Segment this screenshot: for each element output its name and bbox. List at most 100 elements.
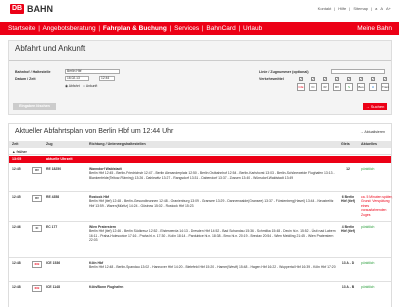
search-button[interactable]: → Suchen (363, 103, 387, 110)
ic-icon: IC (309, 83, 317, 91)
column-header-aktuelles: Aktuelles (361, 142, 377, 146)
intermediate-stops: Berlin Hbf 12:45 - Berlin-Friedrichstr 1… (89, 171, 335, 180)
header-separator: | (371, 6, 373, 11)
train-number[interactable]: RE 18250 (46, 167, 61, 171)
main-navigation: Startseite | Angebotsberatung | Fahrplan… (0, 22, 399, 35)
nav-separator: | (201, 25, 204, 32)
header-separator: | (334, 6, 336, 11)
transport-checkbox-ir[interactable]: ✓ (323, 77, 327, 81)
ice-train-icon: ICE (32, 261, 42, 268)
ubahn-icon: U (369, 83, 377, 91)
ir-icon: IR (321, 83, 329, 91)
route: Wien Praterstern Berlin Hbf (tief) 12:46 … (89, 225, 337, 243)
table-row[interactable]: 12:45 RV RE 18250 Wanndorf Waldstadt Berl… (9, 164, 391, 192)
route: Köln/Bonn Flughafen (89, 285, 337, 289)
current-time-label: aktuelle Uhrzeit (46, 157, 73, 161)
refresh-link[interactable]: → Aktualisieren (360, 130, 385, 134)
panel-divider (9, 60, 391, 61)
transport-label: Verkehrsmittel (259, 77, 284, 81)
contact-link[interactable]: Kontakt (318, 6, 332, 11)
destination[interactable]: Köln/Bonn Flughafen (89, 285, 123, 289)
route: Wanndorf Waldstadt Berlin Hbf 12:45 - Ber… (89, 167, 337, 180)
nav-item-meine-bahn[interactable]: Meine Bahn (357, 22, 392, 35)
table-row[interactable]: 12:48 ICE ICE 1536 Köln Hbf Berlin Hbf 12… (9, 258, 391, 282)
site-header: DB BAHN Kontakt | Hilfe | Sitemap | a A … (0, 0, 399, 17)
route: Köln Hbf Berlin Hbf 12:48 - Berlin-Spanda… (89, 261, 337, 270)
departure-time: 12:48 (12, 285, 21, 289)
transport-checkbox-s[interactable]: ✓ (347, 77, 351, 81)
header-separator: | (349, 6, 351, 11)
status-text: pünktlich (361, 285, 375, 289)
tram-icon: Tram (381, 83, 389, 91)
nav-separator: | (169, 25, 172, 32)
table-row[interactable]: 12:48 ICE ICE 1148 Köln/Bonn Flughafen 1… (9, 282, 391, 307)
transport-checkbox-u[interactable]: ✓ (371, 77, 375, 81)
help-link[interactable]: Hilfe (338, 6, 346, 11)
font-small-link[interactable]: a (375, 6, 377, 11)
regional-train-icon: RV (333, 83, 341, 91)
departure-time: 12:46 (12, 225, 21, 229)
train-number[interactable]: ICE 1148 (46, 285, 60, 289)
status-text: pünktlich (361, 225, 375, 229)
nav-item-startseite[interactable]: Startseite (8, 25, 35, 32)
transport-checkbox-bus[interactable]: ✓ (359, 77, 363, 81)
board-table-header: Zeit Zug Richtung / Unterwegshaltestelle… (9, 141, 391, 148)
train-number[interactable]: EC 177 (46, 225, 57, 229)
nav-separator: | (38, 25, 40, 32)
radio-arrival[interactable]: ○ Ankunft (83, 84, 97, 88)
brand-name: BAHN (27, 4, 53, 14)
intermediate-stops: Berlin Hbf (tief) 12:46 - Berlin Südkreu… (89, 229, 336, 243)
nav-item-urlaub[interactable]: Urlaub (243, 25, 262, 32)
font-large-link[interactable]: A+ (386, 6, 391, 11)
status-text: pünktlich (361, 261, 375, 265)
train-number[interactable]: ICE 1536 (46, 261, 60, 265)
bus-icon: Bus (357, 83, 365, 91)
table-row[interactable]: 12:46 IC EC 177 Wien Praterstern Berlin H… (9, 222, 391, 258)
column-header-zeit: Zeit (12, 142, 19, 146)
clear-inputs-button[interactable]: Eingaben löschen (13, 103, 56, 110)
radio-arrival-label: Ankunft (85, 84, 98, 88)
platform: 13 A - D (341, 261, 355, 265)
status-text: pünktlich (361, 167, 375, 171)
platform: 6 Berlin Hbf (tief) (341, 195, 355, 204)
refresh-label: Aktualisieren (364, 130, 385, 134)
departure-time: 12:45 (12, 167, 21, 171)
time-input[interactable]: 12:44 (99, 76, 115, 81)
db-logo[interactable]: DB (10, 4, 24, 14)
nav-item-angebotsberatung[interactable]: Angebotsberatung (42, 25, 95, 32)
destination[interactable]: Köln Hbf (89, 261, 103, 265)
transport-checkbox-ice[interactable]: ✓ (299, 77, 303, 81)
nav-item-fahrplan-buchung[interactable]: Fahrplan & Buchung (103, 25, 167, 32)
transport-checkbox-rv[interactable]: ✓ (335, 77, 339, 81)
platform: 13 A - B (341, 285, 355, 289)
station-label: Bahnhof / Haltestelle (15, 70, 51, 74)
transport-checkbox-ic[interactable]: ✓ (311, 77, 315, 81)
status-text: ca. 5 Minuten später, Grund: Verspätung … (361, 195, 393, 217)
radio-departure[interactable]: ◉ Abfahrt (65, 84, 80, 88)
route: Rostock Hbf Berlin Hbf (tief) 12:48 - Ber… (89, 195, 337, 208)
earlier-link[interactable]: ▲ früher (9, 149, 391, 155)
nav-separator: | (98, 25, 101, 32)
line-input[interactable] (331, 69, 385, 74)
table-row[interactable]: 12:45 RV RE 4358 Rostock Hbf Berlin Hbf (… (9, 192, 393, 222)
board-title: Aktueller Abfahrtsplan von Berlin Hbf um… (15, 128, 174, 135)
train-number[interactable]: RE 4358 (46, 195, 59, 199)
platform: 12 (346, 167, 350, 171)
nav-item-services[interactable]: Services (174, 25, 199, 32)
intermediate-stops: Berlin Hbf (tief) 12:48 - Berlin-Gesundb… (89, 199, 334, 208)
departure-time: 12:48 (12, 261, 21, 265)
ice-icon: ICE (297, 83, 305, 91)
search-panel-title: Abfahrt und Ankunft (15, 44, 86, 53)
line-label: Linie / Zugnummer (optional) (259, 70, 309, 74)
header-links: Kontakt | Hilfe | Sitemap | a A A+ (318, 6, 391, 11)
platform: 4 Berlin Hbf (tief) (341, 225, 355, 234)
transport-checkbox-tram[interactable]: ✓ (383, 77, 387, 81)
sitemap-link[interactable]: Sitemap (353, 6, 368, 11)
nav-item-bahncard[interactable]: BahnCard (206, 25, 235, 32)
date-input[interactable]: 16.02.13 (65, 76, 89, 81)
font-medium-link[interactable]: A (380, 6, 383, 11)
station-input[interactable]: Berlin Hbf (65, 69, 120, 74)
destination[interactable]: Wanndorf Waldstadt (89, 167, 122, 171)
sbahn-icon: S (345, 83, 353, 91)
destination[interactable]: Rostock Hbf (89, 195, 109, 199)
